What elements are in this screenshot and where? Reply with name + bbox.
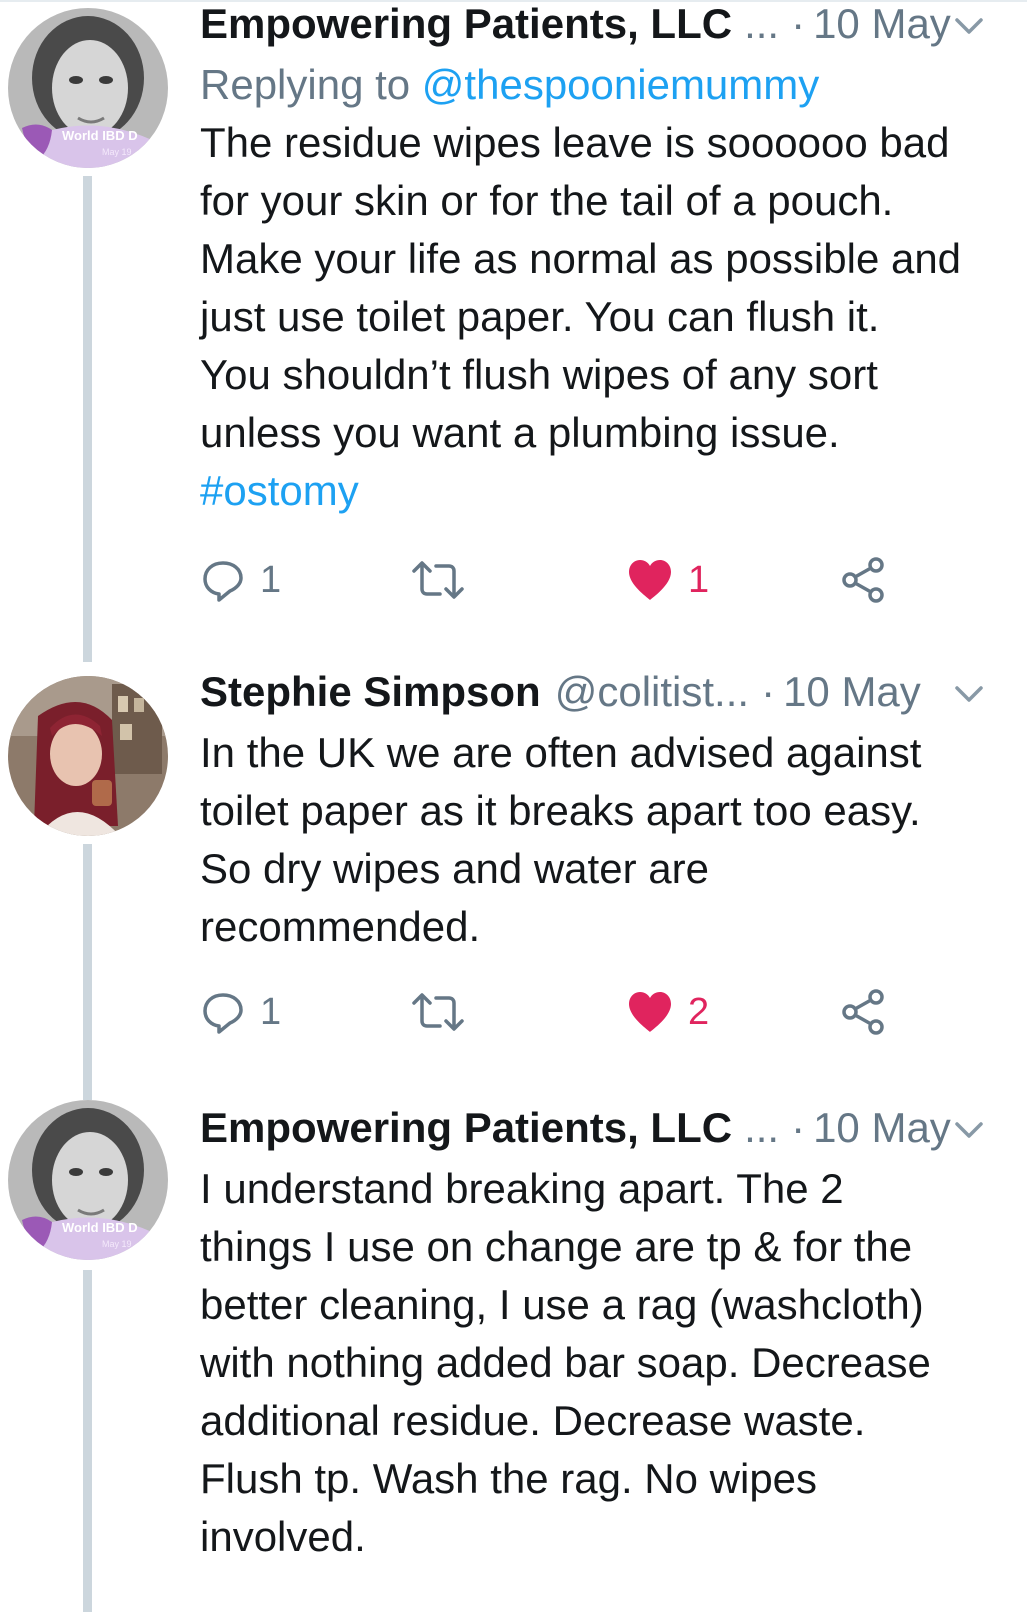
tweet-1[interactable]: World IBD D May 19 Empowering Patients, …	[0, 0, 1027, 662]
chevron-down-icon[interactable]	[949, 6, 989, 46]
avatar[interactable]: World IBD D May 19	[8, 8, 168, 168]
reply-button[interactable]: 1	[200, 550, 281, 610]
tweet-text-line: So dry wipes and water are	[200, 845, 709, 892]
tweet-3[interactable]: World IBD D May 19 Empowering Patients, …	[0, 1100, 1027, 1612]
tweet-text-line: things I use on change are tp & for the	[200, 1223, 913, 1270]
separator-dot: ·	[791, 1104, 806, 1151]
author-name[interactable]: Stephie Simpson	[200, 668, 541, 716]
tweet-text-line: In the UK we are often advised against	[200, 729, 922, 776]
tweet-text-line: Make your life as normal as possible and	[200, 235, 962, 282]
tweet-text-line: better cleaning, I use a rag (washcloth)	[200, 1281, 924, 1328]
tweet-text-line: with nothing added bar soap. Decrease	[200, 1339, 931, 1386]
separator-dot: ·	[761, 668, 776, 715]
like-count: 1	[688, 558, 710, 601]
heart-icon	[629, 560, 671, 600]
hashtag-link[interactable]: #ostomy	[200, 462, 997, 520]
avatar-image	[8, 8, 168, 168]
tweet-header: Stephie Simpson @colitist... · 10 May	[200, 664, 997, 720]
thread-line	[83, 1270, 92, 1612]
replying-handle-link[interactable]: @thespooniemummy	[422, 61, 819, 108]
tweet-text: I understand breaking apart. The 2 thing…	[200, 1160, 997, 1566]
tweet-header: Empowering Patients, LLC ... · 10 May	[200, 0, 997, 52]
tweet-actions: 1 1	[200, 550, 960, 610]
tweet-date[interactable]: 10 May	[813, 0, 951, 48]
reply-icon	[203, 561, 243, 602]
tweet-text-line: involved.	[200, 1513, 366, 1560]
share-button[interactable]	[840, 982, 888, 1042]
avatar[interactable]	[8, 676, 168, 836]
tweet-text-line: You shouldn’t flush wipes of any sort	[200, 351, 878, 398]
tweet-date[interactable]: 10 May	[813, 1104, 951, 1152]
tweet-actions: 1 2	[200, 982, 960, 1042]
reply-button[interactable]: 1	[200, 982, 281, 1042]
share-button[interactable]	[840, 550, 888, 610]
reply-count: 1	[260, 558, 282, 601]
reply-icon	[203, 993, 243, 1034]
tweet-text-line: The residue wipes leave is soooooo bad	[200, 119, 950, 166]
avatar[interactable]: World IBD D May 19	[8, 1100, 168, 1260]
chevron-down-icon[interactable]	[949, 1110, 989, 1150]
thread-line	[83, 844, 92, 1100]
handle-ellipsis: ...	[744, 1104, 780, 1151]
avatar-badge-sub: May 19	[102, 1239, 132, 1249]
retweet-icon	[412, 561, 464, 599]
replying-to: Replying to @thespooniemummy	[200, 56, 997, 114]
tweet-text-line: I understand breaking apart. The 2	[200, 1165, 844, 1212]
tweet-text-line: toilet paper as it breaks apart too easy…	[200, 787, 921, 834]
avatar-image	[8, 1100, 168, 1260]
like-button[interactable]: 1	[626, 550, 709, 610]
avatar-badge-text: World IBD D	[62, 128, 138, 143]
tweet-text-line: Flush tp. Wash the rag. No wipes	[200, 1455, 818, 1502]
author-handle[interactable]: @colitist...	[555, 668, 749, 716]
retweet-button[interactable]	[410, 982, 480, 1042]
tweet-text-line: just use toilet paper. You can flush it.	[200, 293, 880, 340]
tweet-2[interactable]: Stephie Simpson @colitist... · 10 May In…	[0, 664, 1027, 1100]
separator-dot: ·	[791, 0, 806, 47]
tweet-text: The residue wipes leave is soooooo bad f…	[200, 114, 997, 520]
thread-line	[83, 176, 92, 662]
heart-icon	[629, 992, 671, 1032]
like-count: 2	[688, 990, 710, 1033]
avatar-image	[8, 676, 168, 836]
avatar-badge-sub: May 19	[102, 147, 132, 157]
tweet-text-line: additional residue. Decrease waste.	[200, 1397, 866, 1444]
retweet-button[interactable]	[410, 550, 480, 610]
retweet-icon	[412, 993, 464, 1031]
share-icon	[842, 557, 884, 603]
share-icon	[842, 989, 884, 1035]
replying-prefix: Replying to	[200, 61, 422, 108]
avatar-badge-text: World IBD D	[62, 1220, 138, 1235]
like-button[interactable]: 2	[626, 982, 709, 1042]
tweet-text-line: unless you want a plumbing issue.	[200, 409, 840, 456]
tweet-date[interactable]: 10 May	[783, 668, 921, 716]
handle-ellipsis: ...	[744, 0, 780, 47]
author-name[interactable]: Empowering Patients, LLC	[200, 1104, 732, 1152]
tweet-text: In the UK we are often advised against t…	[200, 724, 997, 956]
tweet-text-line: recommended.	[200, 903, 481, 950]
reply-count: 1	[260, 990, 282, 1033]
tweet-header: Empowering Patients, LLC ... · 10 May	[200, 1100, 997, 1156]
tweet-text-line: for your skin or for the tail of a pouch…	[200, 177, 894, 224]
author-name[interactable]: Empowering Patients, LLC	[200, 0, 732, 48]
chevron-down-icon[interactable]	[949, 674, 989, 714]
